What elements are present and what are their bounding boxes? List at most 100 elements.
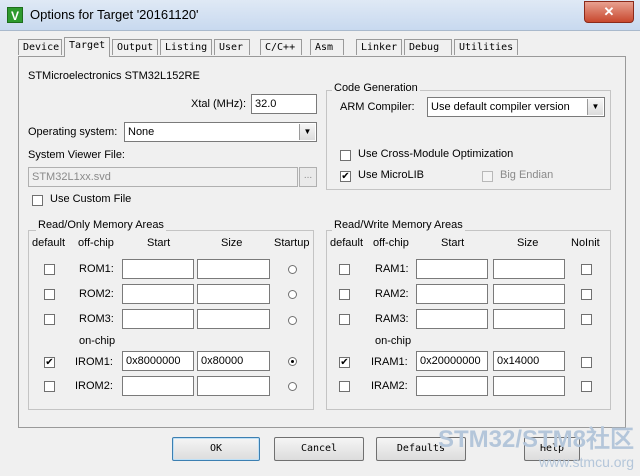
ro-header-startup: Startup [274, 237, 310, 249]
iram2-start-input[interactable] [416, 376, 488, 396]
ro-memory-title: Read/Only Memory Areas [36, 219, 166, 231]
arm-compiler-select[interactable]: Use default compiler version ▼ [427, 97, 605, 117]
irom1-checkbox[interactable]: ✔ [44, 357, 55, 368]
xtal-input[interactable]: 32.0 [251, 94, 317, 114]
rom3-checkbox[interactable] [44, 314, 55, 325]
ro-header-size: Size [221, 237, 243, 249]
tab-output[interactable]: Output [112, 39, 158, 55]
irom2-label: IROM2: [75, 380, 113, 392]
cross-module-checkbox[interactable] [340, 150, 351, 161]
irom2-size-input[interactable] [197, 376, 270, 396]
ram3-noinit-checkbox[interactable] [581, 314, 592, 325]
irom2-checkbox[interactable] [44, 381, 55, 392]
iram1-noinit-checkbox[interactable] [581, 357, 592, 368]
os-select-value: None [128, 126, 155, 138]
ram2-checkbox[interactable] [339, 289, 350, 300]
svd-input[interactable]: STM32L1xx.svd [28, 167, 298, 187]
ram1-start-input[interactable] [416, 259, 488, 279]
iram2-label: IRAM2: [371, 380, 408, 392]
ram3-size-input[interactable] [493, 309, 565, 329]
tab-debug[interactable]: Debug [404, 39, 452, 55]
code-generation-title: Code Generation [332, 82, 420, 94]
ram1-size-input[interactable] [493, 259, 565, 279]
ram2-start-input[interactable] [416, 284, 488, 304]
target-panel: STMicroelectronics STM32L152RE Xtal (MHz… [18, 56, 626, 428]
chevron-down-icon[interactable]: ▼ [587, 99, 603, 115]
rom1-label: ROM1: [79, 263, 114, 275]
window-title: Options for Target '20161120' [30, 7, 199, 22]
iram2-checkbox[interactable] [339, 381, 350, 392]
cross-module-label: Use Cross-Module Optimization [358, 148, 514, 160]
ram1-noinit-checkbox[interactable] [581, 264, 592, 275]
arm-compiler-label: ARM Compiler: [340, 101, 415, 113]
big-endian-checkbox[interactable] [482, 171, 493, 182]
irom1-label: IROM1: [75, 356, 113, 368]
ram3-start-input[interactable] [416, 309, 488, 329]
watermark-url: www.stmcu.org [539, 454, 634, 470]
rw-header-offchip: off-chip [373, 237, 409, 249]
rom2-start-input[interactable] [122, 284, 194, 304]
irom1-startup-radio[interactable] [288, 357, 297, 366]
ram2-noinit-checkbox[interactable] [581, 289, 592, 300]
rom1-size-input[interactable] [197, 259, 270, 279]
svd-label: System Viewer File: [28, 149, 125, 161]
rom3-startup-radio[interactable] [288, 316, 297, 325]
rom2-size-input[interactable] [197, 284, 270, 304]
tab-c-cpp[interactable]: C/C++ [260, 39, 302, 55]
rom1-checkbox[interactable] [44, 264, 55, 275]
rw-header-size: Size [517, 237, 539, 249]
chevron-down-icon[interactable]: ▼ [299, 124, 315, 140]
tab-listing[interactable]: Listing [160, 39, 212, 55]
use-custom-file-label: Use Custom File [50, 193, 132, 205]
tab-target[interactable]: Target [64, 37, 110, 57]
tab-linker[interactable]: Linker [356, 39, 402, 55]
ro-header-default: default [32, 237, 66, 249]
rw-memory-title: Read/Write Memory Areas [332, 219, 465, 231]
close-button[interactable]: ✕ [584, 1, 634, 23]
rom3-size-input[interactable] [197, 309, 270, 329]
irom2-startup-radio[interactable] [288, 382, 297, 391]
microlib-label: Use MicroLIB [358, 169, 425, 181]
rw-header-default: default [330, 237, 364, 249]
title-bar[interactable]: V Options for Target '20161120' ✕ [0, 0, 640, 31]
iram2-size-input[interactable] [493, 376, 565, 396]
tab-user[interactable]: User [214, 39, 250, 55]
rom2-label: ROM2: [79, 288, 114, 300]
iram1-checkbox[interactable]: ✔ [339, 357, 350, 368]
cancel-button[interactable]: Cancel [274, 437, 364, 461]
ram1-checkbox[interactable] [339, 264, 350, 275]
iram2-noinit-checkbox[interactable] [581, 381, 592, 392]
tab-utilities[interactable]: Utilities [454, 39, 518, 55]
iram1-size-input[interactable]: 0x14000 [493, 351, 565, 371]
microlib-checkbox[interactable]: ✔ [340, 171, 351, 182]
rom3-start-input[interactable] [122, 309, 194, 329]
ram3-checkbox[interactable] [339, 314, 350, 325]
ram2-label: RAM2: [375, 288, 409, 300]
keil-uvision-icon: V [7, 7, 23, 23]
use-custom-file-checkbox[interactable] [32, 195, 43, 206]
rw-onchip-label: on-chip [375, 335, 412, 347]
ok-button[interactable]: OK [172, 437, 260, 461]
ro-header-offchip: off-chip [78, 237, 114, 249]
device-name: STMicroelectronics STM32L152RE [28, 70, 200, 82]
watermark: STM32/STM8社区 www.stmcu.org [438, 419, 634, 470]
ram2-size-input[interactable] [493, 284, 565, 304]
rom1-start-input[interactable] [122, 259, 194, 279]
ro-header-start: Start [147, 237, 171, 249]
tab-device[interactable]: Device [18, 39, 62, 55]
irom1-size-input[interactable]: 0x80000 [197, 351, 270, 371]
rom1-startup-radio[interactable] [288, 265, 297, 274]
os-label: Operating system: [28, 126, 118, 138]
iram1-start-input[interactable]: 0x20000000 [416, 351, 488, 371]
ro-onchip-label: on-chip [79, 335, 116, 347]
os-select[interactable]: None ▼ [124, 122, 317, 142]
rom2-startup-radio[interactable] [288, 290, 297, 299]
rom2-checkbox[interactable] [44, 289, 55, 300]
tab-asm[interactable]: Asm [310, 39, 344, 55]
ram1-label: RAM1: [375, 263, 409, 275]
options-dialog: V Options for Target '20161120' ✕ Device… [0, 0, 640, 476]
watermark-title: STM32/STM8社区 [437, 426, 634, 453]
irom1-start-input[interactable]: 0x8000000 [122, 351, 194, 371]
irom2-start-input[interactable] [122, 376, 194, 396]
svd-browse-button[interactable]: ... [299, 167, 317, 187]
